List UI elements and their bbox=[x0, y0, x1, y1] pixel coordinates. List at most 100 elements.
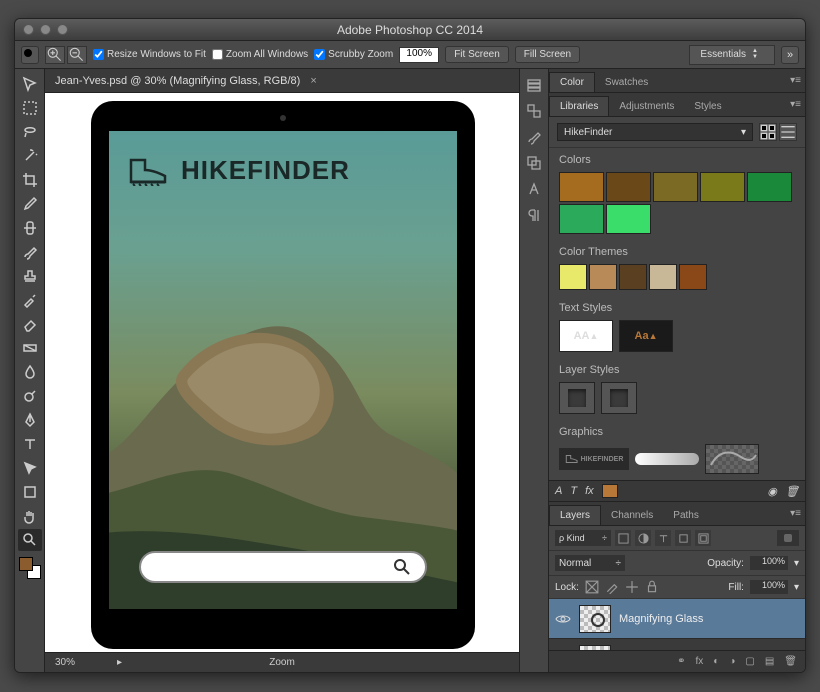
titlebar[interactable]: Adobe Photoshop CC 2014 bbox=[15, 19, 805, 41]
panel-menu-icon[interactable]: ▾≡ bbox=[790, 75, 801, 86]
layer-name[interactable]: Magnifying Glass bbox=[619, 613, 703, 625]
document-tab[interactable]: Jean-Yves.psd @ 30% (Magnifying Glass, R… bbox=[45, 69, 519, 93]
move-tool[interactable] bbox=[18, 73, 42, 95]
filter-toggle[interactable] bbox=[777, 530, 799, 546]
tab-color[interactable]: Color bbox=[549, 72, 595, 92]
fx-icon[interactable]: fx bbox=[696, 656, 704, 667]
type-tool[interactable] bbox=[18, 433, 42, 455]
filter-smart-icon[interactable] bbox=[695, 530, 711, 546]
text-style-item[interactable]: AA▲ bbox=[559, 320, 613, 352]
lock-transparency-icon[interactable] bbox=[585, 580, 599, 594]
layer-row[interactable]: Magnifying Glass bbox=[549, 599, 805, 639]
layer-style-item[interactable] bbox=[559, 382, 595, 414]
color-swatch[interactable] bbox=[559, 172, 604, 202]
mask-icon[interactable]: ◐ bbox=[713, 656, 719, 667]
theme-swatches[interactable] bbox=[559, 264, 795, 290]
chevron-down-icon[interactable]: ▾ bbox=[794, 558, 799, 569]
dock-properties-icon[interactable] bbox=[522, 99, 546, 123]
dock-character-icon[interactable] bbox=[522, 177, 546, 201]
eye-icon[interactable]: ◉ bbox=[767, 485, 777, 498]
fill-adjust-icon[interactable]: ◑ bbox=[729, 656, 735, 667]
group-icon[interactable]: ▢ bbox=[745, 656, 754, 667]
graphic-bar[interactable] bbox=[635, 453, 699, 465]
graphic-logo[interactable]: HIKEFINDER bbox=[559, 448, 629, 470]
link-icon[interactable]: ⚭ bbox=[677, 656, 685, 667]
zoom-in-icon[interactable] bbox=[45, 46, 65, 64]
lock-position-icon[interactable] bbox=[625, 580, 639, 594]
eyedropper-tool[interactable] bbox=[18, 193, 42, 215]
mini-swatch[interactable] bbox=[602, 484, 618, 498]
tab-channels[interactable]: Channels bbox=[601, 506, 663, 525]
fx-icon[interactable]: fx bbox=[585, 485, 594, 497]
scrubby-zoom-checkbox[interactable]: Scrubby Zoom bbox=[314, 49, 393, 60]
wand-tool[interactable] bbox=[18, 145, 42, 167]
zoom-all-checkbox[interactable]: Zoom All Windows bbox=[212, 49, 308, 60]
tab-adjustments[interactable]: Adjustments bbox=[609, 97, 684, 116]
color-swatch[interactable] bbox=[606, 172, 651, 202]
tab-paths[interactable]: Paths bbox=[663, 506, 709, 525]
path-select-tool[interactable] bbox=[18, 457, 42, 479]
fill-field[interactable]: 100% bbox=[750, 580, 788, 594]
history-brush-tool[interactable] bbox=[18, 289, 42, 311]
fit-screen-button[interactable]: Fit Screen bbox=[445, 46, 509, 63]
zoom-tool[interactable] bbox=[18, 529, 42, 551]
zoom-out-icon[interactable] bbox=[67, 46, 87, 64]
status-zoom[interactable]: 30% bbox=[55, 657, 101, 668]
opacity-field[interactable]: 100% bbox=[750, 556, 788, 570]
trash-icon[interactable]: 🗑 bbox=[785, 485, 799, 498]
visibility-icon[interactable] bbox=[555, 611, 571, 627]
char-t-icon[interactable]: T bbox=[570, 485, 577, 497]
chevron-down-icon[interactable]: ▾ bbox=[794, 582, 799, 593]
layer-thumbnail[interactable] bbox=[579, 645, 611, 651]
gradient-tool[interactable] bbox=[18, 337, 42, 359]
trash-icon[interactable]: 🗑 bbox=[784, 656, 797, 667]
tab-libraries[interactable]: Libraries bbox=[549, 96, 609, 116]
hand-tool[interactable] bbox=[18, 505, 42, 527]
color-swatch[interactable] bbox=[653, 172, 698, 202]
workspace-switcher[interactable]: Essentials bbox=[689, 45, 775, 65]
graphic-path[interactable] bbox=[705, 444, 759, 474]
kind-filter-dropdown[interactable]: ρ Kind÷ bbox=[555, 530, 611, 546]
zoom-icon[interactable] bbox=[57, 24, 68, 35]
panel-menu-icon[interactable]: ▾≡ bbox=[790, 508, 801, 519]
marquee-tool[interactable] bbox=[18, 97, 42, 119]
canvas-viewport[interactable]: HIKEFINDER 30% ▸ Zoom bbox=[45, 93, 519, 672]
search-cloud-icon[interactable]: » bbox=[781, 46, 799, 64]
text-style-item[interactable]: Aa▲ bbox=[619, 320, 673, 352]
tab-swatches[interactable]: Swatches bbox=[595, 73, 658, 92]
layer-thumbnail[interactable] bbox=[579, 605, 611, 633]
color-picker[interactable] bbox=[19, 557, 41, 579]
blend-mode-dropdown[interactable]: Normal÷ bbox=[555, 555, 625, 571]
crop-tool[interactable] bbox=[18, 169, 42, 191]
panel-menu-icon[interactable]: ▾≡ bbox=[790, 99, 801, 110]
filter-shape-icon[interactable] bbox=[675, 530, 691, 546]
color-swatch[interactable] bbox=[700, 172, 745, 202]
lock-pixels-icon[interactable] bbox=[605, 580, 619, 594]
list-view-icon[interactable] bbox=[779, 123, 797, 141]
dock-brush-icon[interactable] bbox=[522, 125, 546, 149]
resize-windows-checkbox[interactable]: Resize Windows to Fit bbox=[93, 49, 206, 60]
color-swatch[interactable] bbox=[606, 204, 651, 234]
close-icon[interactable] bbox=[23, 24, 34, 35]
fill-screen-button[interactable]: Fill Screen bbox=[515, 46, 580, 63]
close-icon[interactable]: × bbox=[310, 75, 316, 87]
lasso-tool[interactable] bbox=[18, 121, 42, 143]
filter-type-icon[interactable] bbox=[655, 530, 671, 546]
new-layer-icon[interactable]: ▤ bbox=[765, 656, 774, 667]
brush-tool[interactable] bbox=[18, 241, 42, 263]
minimize-icon[interactable] bbox=[40, 24, 51, 35]
stamp-tool[interactable] bbox=[18, 265, 42, 287]
tab-styles[interactable]: Styles bbox=[684, 97, 731, 116]
dock-clone-icon[interactable] bbox=[522, 151, 546, 175]
pen-tool[interactable] bbox=[18, 409, 42, 431]
tab-layers[interactable]: Layers bbox=[549, 505, 601, 525]
lock-all-icon[interactable] bbox=[645, 580, 659, 594]
eraser-tool[interactable] bbox=[18, 313, 42, 335]
filter-adjust-icon[interactable] bbox=[635, 530, 651, 546]
shape-tool[interactable] bbox=[18, 481, 42, 503]
layer-row[interactable]: Search Field bbox=[549, 639, 805, 650]
dock-history-icon[interactable] bbox=[522, 73, 546, 97]
heal-tool[interactable] bbox=[18, 217, 42, 239]
layer-style-item[interactable] bbox=[601, 382, 637, 414]
color-swatch[interactable] bbox=[559, 204, 604, 234]
